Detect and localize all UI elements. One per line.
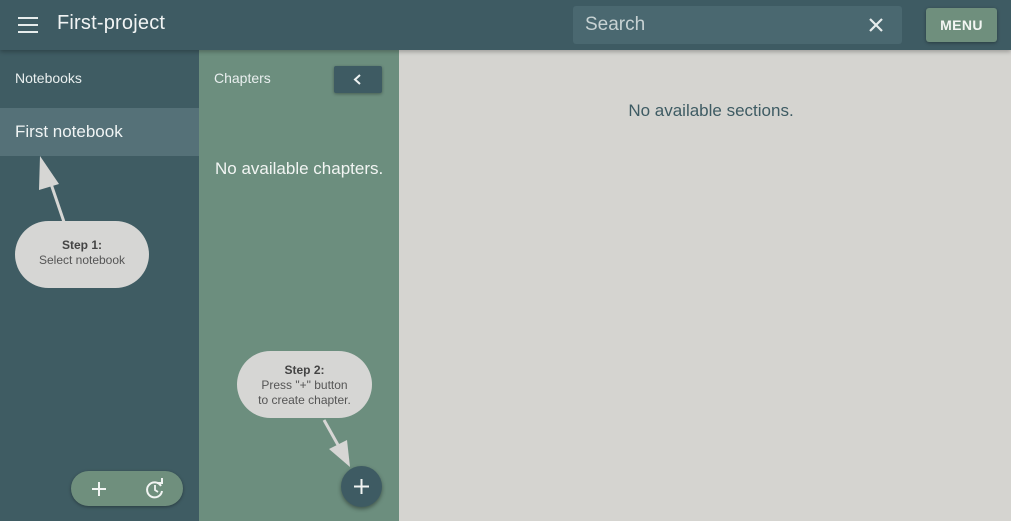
- refresh-icon: [146, 478, 163, 499]
- add-chapter-button[interactable]: [341, 466, 382, 507]
- hint-step-label: Step 1:: [61, 238, 102, 252]
- list-item[interactable]: First notebook: [0, 108, 199, 156]
- hint-step-label: Step 2:: [284, 363, 325, 377]
- hint-bubble-step-1: Step 1: Select notebook: [15, 221, 149, 288]
- app-header: First-project MENU: [0, 0, 1011, 50]
- empty-chapters-message: No available chapters.: [215, 159, 384, 178]
- history-button[interactable]: [127, 471, 183, 506]
- notebooks-heading: Notebooks: [15, 70, 82, 86]
- close-icon[interactable]: [865, 14, 887, 36]
- menu-button[interactable]: MENU: [926, 8, 997, 42]
- hint-text-line-1: Press "+" button: [261, 378, 348, 392]
- plus-icon: [354, 479, 369, 494]
- hamburger-icon[interactable]: [18, 17, 38, 33]
- hint-text: Select notebook: [38, 253, 126, 267]
- plus-icon: [92, 482, 106, 496]
- notebooks-panel: Notebooks First notebook Step 1: Select …: [0, 50, 199, 521]
- chevron-left-icon: [353, 74, 361, 85]
- collapse-button[interactable]: [334, 66, 382, 93]
- search-input[interactable]: [573, 6, 853, 44]
- chapters-heading: Chapters: [214, 70, 271, 86]
- hint-bubble-step-2: Step 2: Press "+" button to create chapt…: [237, 351, 372, 418]
- search-box: [573, 6, 902, 44]
- add-notebook-button[interactable]: [71, 471, 127, 506]
- empty-sections-message: No available sections.: [628, 101, 794, 120]
- hint-text-line-2: to create chapter.: [258, 393, 351, 407]
- chapters-panel: Chapters No available chapters. Step 2: …: [199, 50, 399, 521]
- notebook-actions: [71, 471, 183, 506]
- notebook-item-label: First notebook: [15, 122, 123, 141]
- sections-panel: No available sections.: [399, 50, 1011, 521]
- page-title: First-project: [57, 12, 166, 34]
